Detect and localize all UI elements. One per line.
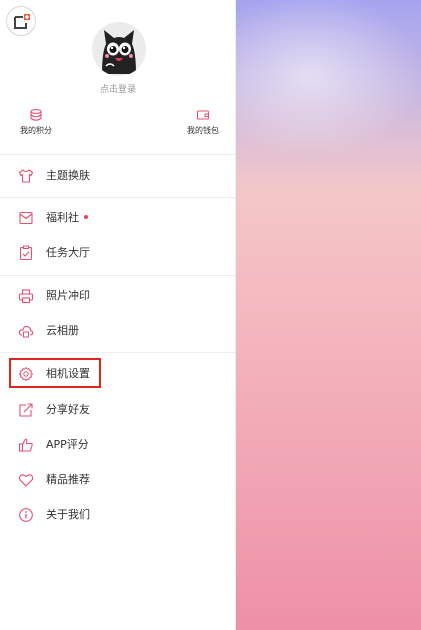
divider xyxy=(0,197,236,198)
heart-icon xyxy=(18,474,34,487)
menu-item-rate[interactable]: APP评分 xyxy=(0,430,236,460)
menu-item-cloud[interactable]: 云相册 xyxy=(0,316,236,346)
content-backdrop-overlay[interactable] xyxy=(236,0,421,630)
wallet-icon xyxy=(196,110,210,120)
menu-item-welfare[interactable]: 福利社 xyxy=(0,203,236,233)
share-icon xyxy=(19,403,33,417)
cat-avatar-icon xyxy=(92,22,146,76)
cloud-album-icon xyxy=(18,325,34,338)
menu-label: 分享好友 xyxy=(46,403,90,416)
menu-item-share[interactable]: 分享好友 xyxy=(0,395,236,425)
menu-item-about[interactable]: 关于我们 xyxy=(0,500,236,530)
highlight-box xyxy=(9,358,101,388)
my-wallet-label: 我的钱包 xyxy=(187,126,219,135)
menu-item-featured[interactable]: 精品推荐 xyxy=(0,465,236,495)
menu-label: 关于我们 xyxy=(46,508,90,521)
side-drawer: 点击登录 我的积分 我的钱包 主题换肤 福利社 任务大厅 照片冲印 云相册 相机… xyxy=(0,0,236,630)
menu-label: 主题换肤 xyxy=(46,169,90,182)
menu-label: 任务大厅 xyxy=(46,246,90,259)
shirt-icon xyxy=(18,169,34,183)
divider xyxy=(0,352,236,353)
menu-label: 精品推荐 xyxy=(46,473,90,486)
info-icon xyxy=(19,508,33,522)
add-photo-icon xyxy=(14,14,30,29)
clipboard-check-icon xyxy=(19,245,33,261)
divider xyxy=(0,154,236,155)
thumbs-up-icon xyxy=(18,438,33,452)
menu-item-print[interactable]: 照片冲印 xyxy=(0,281,236,311)
menu-item-tasks[interactable]: 任务大厅 xyxy=(0,238,236,268)
printer-icon xyxy=(18,289,34,304)
my-wallet-button[interactable]: 我的钱包 xyxy=(173,108,233,136)
envelope-icon xyxy=(19,211,33,225)
menu-label: 照片冲印 xyxy=(46,289,90,302)
menu-label-text: 福利社 xyxy=(46,211,79,224)
login-link[interactable]: 点击登录 xyxy=(0,82,236,95)
add-photo-button[interactable] xyxy=(6,6,36,36)
menu-label: 云相册 xyxy=(46,324,79,337)
divider xyxy=(0,275,236,276)
menu-item-theme[interactable]: 主题换肤 xyxy=(0,161,236,191)
new-badge-dot xyxy=(84,215,88,219)
menu-label: 福利社 xyxy=(46,203,88,233)
avatar[interactable] xyxy=(92,22,146,76)
my-points-label: 我的积分 xyxy=(20,126,52,135)
coins-icon xyxy=(30,108,42,121)
menu-label: APP评分 xyxy=(46,438,89,451)
my-points-button[interactable]: 我的积分 xyxy=(6,108,66,136)
